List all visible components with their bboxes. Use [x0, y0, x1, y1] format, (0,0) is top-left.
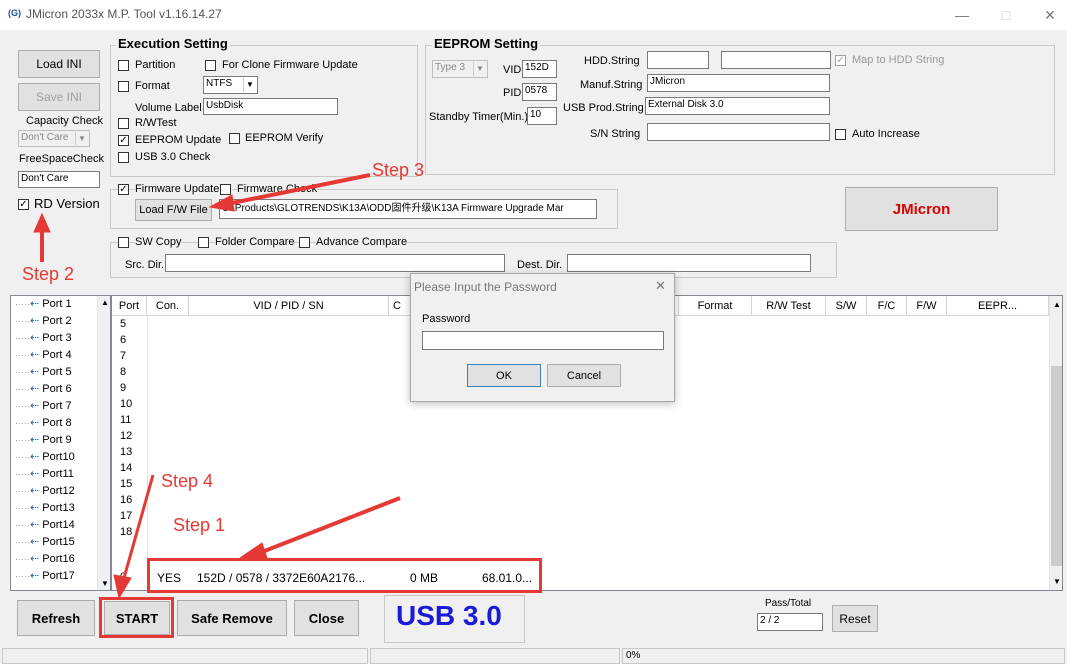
step1-arrowhead: [238, 542, 268, 559]
step4-arrowhead: [113, 574, 132, 600]
step3-arrowhead: [208, 194, 235, 212]
step4-arrow: [122, 474, 155, 579]
step1-arrow: [261, 496, 401, 554]
step3-arrow: [231, 173, 371, 205]
step2-arrowhead: [33, 212, 51, 233]
annotation-arrows: [33, 173, 401, 600]
